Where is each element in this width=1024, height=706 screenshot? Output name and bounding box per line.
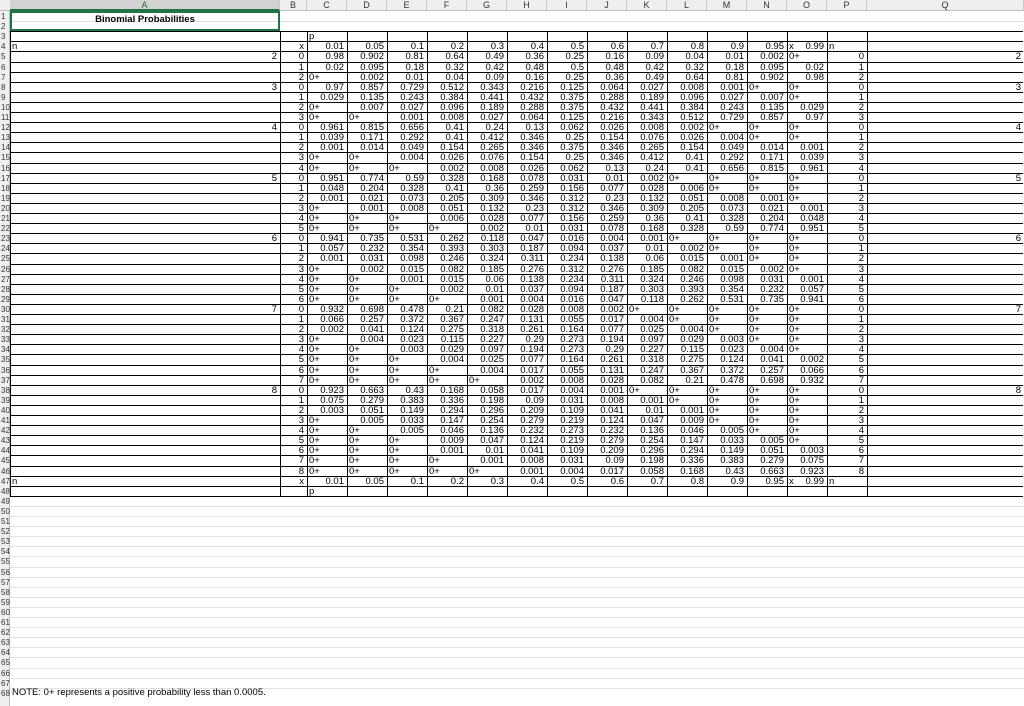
table-border-horizontal — [10, 162, 1023, 164]
table-border-horizontal — [10, 445, 1023, 447]
table-border-horizontal — [10, 404, 1023, 406]
row-header-bar: 1 2 3 4 5 6 7 8 9 10 11 12 13 14 15 16 17 18 19 20 21 22 23 24 2… — [0, 11, 10, 706]
gridline — [10, 586, 1024, 588]
table-border-horizontal — [10, 253, 1023, 255]
table-border-horizontal — [10, 283, 1023, 285]
table-border-horizontal — [10, 415, 1023, 416]
table-border-horizontal — [10, 394, 1023, 396]
note-text: NOTE: 0+ represents a positive probabili… — [12, 687, 266, 698]
column-header-c[interactable]: C — [307, 0, 347, 11]
table-border-horizontal — [10, 455, 1023, 457]
table-border-horizontal — [10, 41, 1023, 43]
table-border-horizontal — [10, 374, 1023, 376]
table-border-horizontal — [10, 465, 1023, 467]
table-border-horizontal — [10, 142, 1023, 144]
table-border-horizontal — [10, 303, 1023, 305]
column-header-a[interactable]: A — [10, 0, 280, 11]
column-header-n[interactable]: N — [747, 0, 787, 11]
table-border-horizontal — [10, 435, 1023, 437]
column-header-bar: ABCDEFGHIJKLMNOPQ — [0, 0, 1024, 11]
gridline — [10, 596, 1024, 598]
table-border-horizontal — [10, 101, 1023, 103]
table-border-horizontal — [10, 61, 1023, 63]
gridline — [10, 546, 1024, 548]
table-border-horizontal — [10, 51, 1023, 53]
table-border-horizontal — [10, 213, 1023, 214]
column-header-g[interactable]: G — [467, 0, 507, 11]
table-border-horizontal — [10, 81, 1023, 83]
table-border-horizontal — [10, 364, 1023, 366]
table-border-horizontal — [10, 334, 1023, 336]
table-border-horizontal — [10, 384, 1023, 386]
column-header-j[interactable]: J — [587, 0, 627, 11]
table-border-horizontal — [10, 324, 1023, 326]
column-header-i[interactable]: I — [547, 0, 587, 11]
gridline — [10, 647, 1024, 649]
column-header-p[interactable]: P — [827, 0, 867, 11]
gridline — [10, 556, 1024, 558]
table-border-horizontal — [10, 344, 1023, 346]
gridline — [10, 627, 1024, 629]
gridline — [10, 657, 1024, 659]
gridline — [10, 576, 1024, 578]
table-border-horizontal — [10, 71, 1023, 73]
column-header-b[interactable]: B — [280, 0, 307, 11]
gridline — [10, 667, 1024, 669]
gridline — [10, 526, 1024, 528]
table-border-horizontal — [10, 263, 1023, 265]
column-header-d[interactable]: D — [347, 0, 387, 11]
table-border-horizontal — [10, 112, 1023, 113]
table-border-horizontal — [10, 91, 1023, 93]
table-border-horizontal — [10, 152, 1023, 154]
table-border-horizontal — [10, 273, 1023, 275]
table-border-horizontal — [10, 495, 1023, 497]
column-header-m[interactable]: M — [707, 0, 747, 11]
table-border-horizontal — [10, 122, 1023, 124]
table-border-horizontal — [10, 314, 1023, 315]
column-header-k[interactable]: K — [627, 0, 667, 11]
table-border-horizontal — [10, 223, 1023, 225]
spreadsheet: ABCDEFGHIJKLMNOPQ 1 2 3 4 5 6 7 8 9 10 11 12 13 14 15 1… — [0, 0, 1024, 706]
column-header-f[interactable]: F — [427, 0, 467, 11]
gridline — [10, 566, 1024, 568]
table-border-horizontal — [10, 293, 1023, 295]
table-border-horizontal — [10, 354, 1023, 356]
column-header-l[interactable]: L — [667, 0, 707, 11]
title-cell[interactable]: Binomial Probabilities — [10, 11, 280, 31]
table-border-horizontal — [10, 425, 1023, 427]
table-border-horizontal — [10, 202, 1023, 204]
column-header-h[interactable]: H — [507, 0, 547, 11]
table-border-horizontal — [10, 31, 1023, 33]
gridline — [10, 617, 1024, 618]
gridline — [10, 677, 1024, 679]
table-border-horizontal — [10, 485, 1023, 487]
gridline — [10, 606, 1024, 608]
row-header[interactable]: 68 — [0, 688, 10, 699]
gridline — [10, 536, 1024, 538]
table-border-horizontal — [10, 243, 1023, 245]
gridline — [10, 505, 1024, 507]
gridline — [10, 516, 1024, 517]
column-header-q[interactable]: Q — [867, 0, 1024, 11]
table-border-horizontal — [10, 192, 1023, 194]
table-border-horizontal — [10, 233, 1023, 235]
table-border-horizontal — [10, 172, 1023, 174]
gridline — [10, 637, 1024, 639]
table-border-horizontal — [10, 475, 1023, 477]
table-border-horizontal — [10, 182, 1023, 184]
column-header-e[interactable]: E — [387, 0, 427, 11]
table-border-horizontal — [10, 132, 1023, 134]
column-header-o[interactable]: O — [787, 0, 827, 11]
